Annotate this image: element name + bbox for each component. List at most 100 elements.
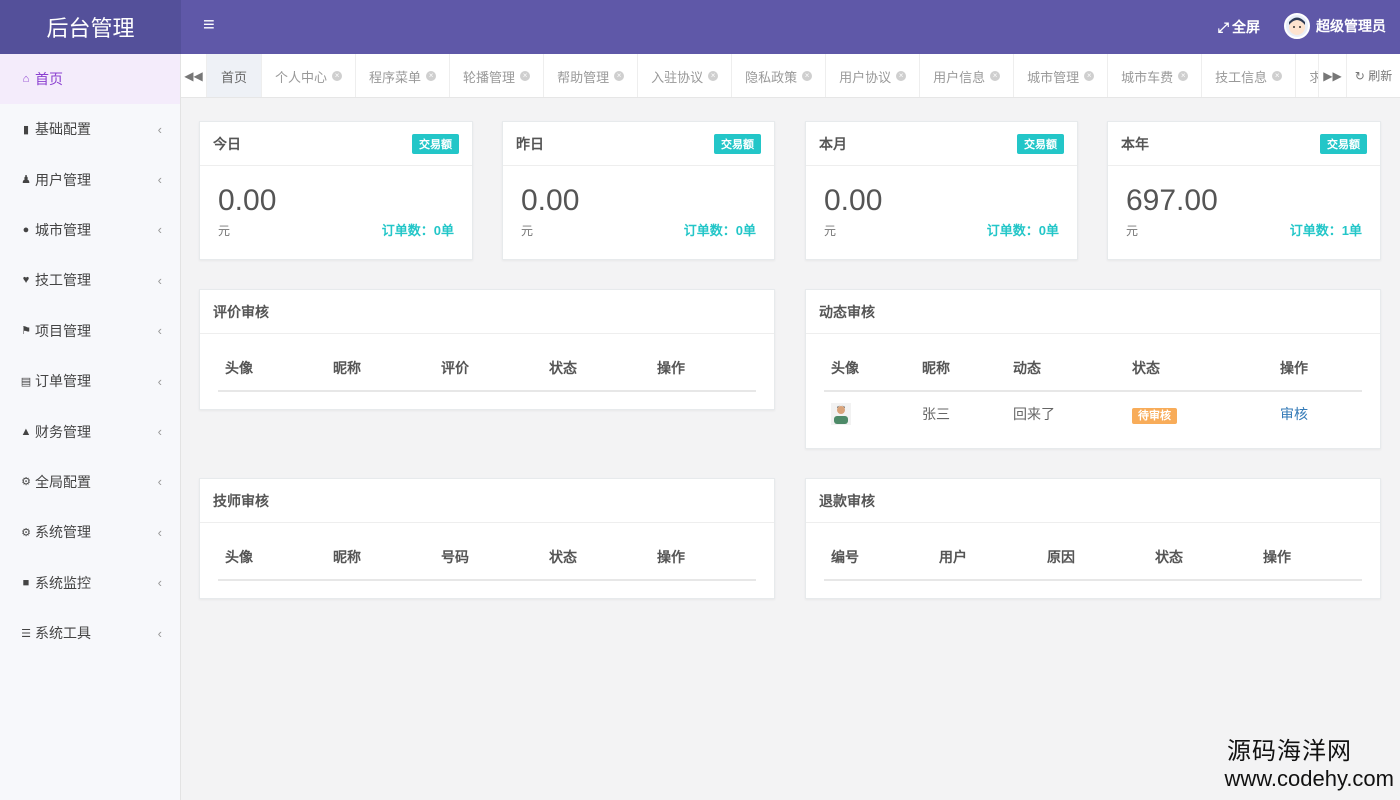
close-icon[interactable]: ×: [614, 71, 625, 81]
close-icon[interactable]: ×: [1084, 71, 1095, 81]
column-header: 头像: [225, 360, 253, 376]
sidebar-item-tools[interactable]: ☰ 系统工具 ‹: [0, 608, 180, 658]
user-name: 超级管理员: [1316, 18, 1386, 34]
sidebar-item-label: 订单管理: [35, 373, 91, 390]
refresh-button[interactable]: ↻ 刷新: [1346, 54, 1400, 97]
close-icon[interactable]: ×: [1272, 71, 1283, 81]
tab-home[interactable]: 首页: [207, 54, 263, 97]
close-icon[interactable]: ×: [426, 71, 437, 81]
tab-user-info[interactable]: 用户信息 ×: [920, 54, 1015, 97]
tab-label: 入驻协议: [651, 69, 704, 85]
watermark: 源码海洋网 www.codehy.com: [1224, 731, 1394, 792]
refund-review-table: 编号 用户 原因 状态 操作: [824, 547, 1362, 581]
tab-scroll-right-button[interactable]: ▶▶: [1318, 54, 1346, 97]
user-menu[interactable]: 超级管理员: [1284, 13, 1386, 39]
tab-label: 城市车费: [1121, 69, 1174, 85]
tab-help[interactable]: 帮助管理 ×: [544, 54, 639, 97]
technician-review-panel: 技师审核 头像 昵称 号码 状态 操作: [199, 478, 775, 599]
tab-carousel[interactable]: 轮播管理 ×: [450, 54, 545, 97]
post-review-panel: 动态审核 头像 昵称 动态 状态 操作 张三 回来了 待审核 审核: [805, 289, 1381, 449]
sidebar-item-orders[interactable]: ▤ 订单管理 ‹: [0, 356, 180, 406]
tab-city-fare[interactable]: 城市车费 ×: [1108, 54, 1203, 97]
tag-icon: ⚑: [21, 325, 31, 338]
technician-review-table: 头像 昵称 号码 状态 操作: [218, 547, 756, 581]
column-header: 动态: [1013, 360, 1041, 376]
column-header: 昵称: [922, 360, 950, 376]
sidebar-item-home[interactable]: ⌂ 首页: [0, 54, 180, 104]
sidebar-item-label: 项目管理: [35, 322, 91, 339]
column-header: 昵称: [333, 549, 361, 565]
tab-list: 首页 个人中心 × 程序菜单 × 轮播管理 × 帮助管理 × 入驻协议 × 隐私政策 × 用…: [207, 54, 1318, 97]
card-title: 昨日: [516, 135, 544, 152]
post-review-table: 头像 昵称 动态 状态 操作 张三 回来了 待审核 审核: [824, 358, 1362, 436]
column-header: 用户: [939, 549, 967, 565]
sidebar-item-global-config[interactable]: ⚙ 全局配置 ‹: [0, 457, 180, 507]
heart-icon: ♥: [22, 274, 30, 287]
sidebar-item-cities[interactable]: ● 城市管理 ‹: [0, 205, 180, 255]
close-icon[interactable]: ×: [1178, 71, 1189, 81]
status-badge: 交易额: [1017, 133, 1064, 154]
sidebar-item-technicians[interactable]: ♥ 技工管理 ‹: [0, 255, 180, 305]
chevron-left-icon: ‹: [157, 424, 162, 440]
sidebar-item-finance[interactable]: ▲ 财务管理 ‹: [0, 406, 180, 456]
close-icon[interactable]: ×: [990, 71, 1001, 81]
close-icon[interactable]: ×: [896, 71, 907, 81]
table-header: 编号 用户 原因 状态 操作: [824, 547, 1362, 581]
chevron-left-icon: ‹: [157, 323, 162, 339]
post-cell: 回来了: [1013, 406, 1055, 422]
hamburger-icon[interactable]: ≡: [203, 14, 215, 37]
tab-tech-info[interactable]: 技工信息 ×: [1202, 54, 1297, 97]
sidebar-item-label: 用户管理: [35, 171, 91, 188]
fullscreen-button[interactable]: ⤢ 全屏: [1218, 17, 1260, 37]
card-title: 本年: [1121, 135, 1149, 152]
sidebar-item-projects[interactable]: ⚑ 项目管理 ‹: [0, 306, 180, 356]
sidebar-item-users[interactable]: ♟ 用户管理 ‹: [0, 154, 180, 204]
avatar: [1284, 13, 1310, 39]
user-icon: ♟: [21, 174, 31, 187]
fullscreen-label: 全屏: [1232, 19, 1260, 35]
column-header: 状态: [549, 549, 577, 565]
stat-card-yesterday: 昨日 交易额 0.00 元 订单数：0单: [502, 121, 775, 260]
tab-sos[interactable]: 求救报警: [1296, 54, 1318, 97]
watermark-url: www.codehy.com: [1224, 766, 1394, 791]
tab-label: 首页: [221, 69, 248, 85]
sidebar-item-monitor[interactable]: ■ 系统监控 ‹: [0, 558, 180, 608]
close-icon[interactable]: ×: [802, 71, 813, 81]
status-badge: 交易额: [714, 133, 761, 154]
column-header: 昵称: [333, 360, 361, 376]
sidebar-item-system[interactable]: ⚙ 系统管理 ‹: [0, 507, 180, 557]
comment-review-table: 头像 昵称 评价 状态 操作: [218, 358, 756, 392]
tab-label: 城市管理: [1027, 69, 1080, 85]
bar-chart-icon: ▤: [20, 375, 32, 388]
chevron-left-icon: ‹: [157, 625, 162, 641]
tab-profile[interactable]: 个人中心 ×: [262, 54, 357, 97]
close-icon[interactable]: ×: [708, 71, 719, 81]
stat-value: 697.00: [1126, 184, 1218, 217]
card-title: 今日: [213, 135, 241, 152]
tab-scroll-left-button[interactable]: ◀◀: [181, 54, 207, 97]
stat-orders: 订单数：0单: [986, 223, 1059, 238]
column-header: 状态: [1132, 360, 1160, 376]
column-header: 状态: [1155, 549, 1183, 565]
tab-label: 个人中心: [275, 69, 328, 85]
stat-orders: 订单数：0单: [381, 223, 454, 238]
panel-title: 退款审核: [819, 492, 875, 509]
close-icon[interactable]: ×: [520, 71, 531, 81]
tab-user-agreement[interactable]: 用户协议 ×: [826, 54, 921, 97]
tab-join-agreement[interactable]: 入驻协议 ×: [638, 54, 733, 97]
chevron-left-icon: ‹: [157, 272, 162, 288]
tab-privacy[interactable]: 隐私政策 ×: [732, 54, 827, 97]
stat-unit: 元: [824, 224, 837, 238]
stat-unit: 元: [1126, 224, 1139, 238]
refresh-icon: ↻: [1354, 68, 1365, 83]
tab-program-menu[interactable]: 程序菜单 ×: [356, 54, 451, 97]
sidebar: ⌂ 首页 ▮ 基础配置 ‹ ♟ 用户管理 ‹ ● 城市管理 ‹ ♥ 技工管理 ‹…: [0, 54, 181, 800]
close-icon[interactable]: ×: [332, 71, 343, 81]
tab-label: 用户协议: [839, 69, 892, 85]
sidebar-item-label: 系统管理: [35, 524, 91, 541]
tab-city-management[interactable]: 城市管理 ×: [1014, 54, 1109, 97]
column-header: 头像: [225, 549, 253, 565]
sidebar-item-basic-config[interactable]: ▮ 基础配置 ‹: [0, 104, 180, 154]
list-icon: ☰: [21, 627, 31, 640]
review-link[interactable]: 审核: [1280, 406, 1308, 422]
